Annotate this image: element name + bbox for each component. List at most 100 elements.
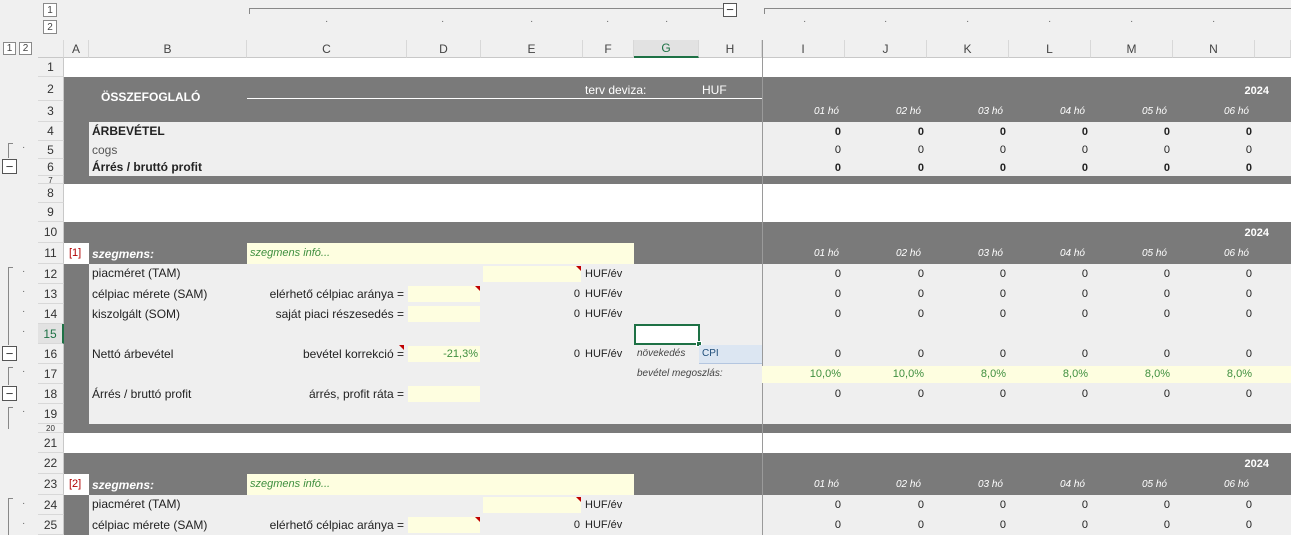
sam-value[interactable]: 0 bbox=[481, 285, 580, 303]
revenue-value[interactable]: 0 bbox=[1091, 123, 1170, 141]
column-header-A[interactable]: A bbox=[64, 40, 89, 58]
row-header-7[interactable]: 7 bbox=[38, 176, 64, 184]
net-revenue-month[interactable]: 0 bbox=[762, 345, 841, 363]
comment-marker[interactable] bbox=[576, 497, 581, 502]
tam-value[interactable]: 0 bbox=[762, 496, 841, 514]
revenue-split-input[interactable]: 8,0% bbox=[1091, 365, 1170, 383]
sam-month-value[interactable]: 0 bbox=[1009, 285, 1088, 303]
row-group-collapse-button[interactable]: − bbox=[2, 346, 17, 361]
row-header-9[interactable]: 9 bbox=[38, 203, 64, 222]
row-header-24[interactable]: 24 bbox=[38, 495, 64, 515]
row-header-4[interactable]: 4 bbox=[38, 122, 64, 141]
tam-value[interactable]: 0 bbox=[1009, 265, 1088, 283]
row-header-1[interactable]: 1 bbox=[38, 58, 64, 77]
tam-value[interactable]: 0 bbox=[845, 265, 924, 283]
net-revenue-month[interactable]: 0 bbox=[1009, 345, 1088, 363]
column-header-J[interactable]: J bbox=[845, 40, 927, 58]
som-month-value[interactable]: 0 bbox=[762, 305, 841, 323]
tam-value[interactable]: 0 bbox=[1091, 265, 1170, 283]
gross-profit-value[interactable]: 0 bbox=[845, 159, 924, 177]
column-header-C[interactable]: C bbox=[247, 40, 407, 58]
net-revenue-month[interactable]: 0 bbox=[1091, 345, 1170, 363]
row-header-3[interactable]: 3 bbox=[38, 101, 64, 122]
row-header-8[interactable]: 8 bbox=[38, 184, 64, 203]
column-header-I[interactable]: I bbox=[762, 40, 845, 58]
row-header-20[interactable]: 20 bbox=[38, 424, 64, 433]
gross-profit-value[interactable]: 0 bbox=[1091, 159, 1170, 177]
cogs-value[interactable]: 0 bbox=[1173, 141, 1252, 159]
tam-input[interactable] bbox=[483, 266, 581, 282]
net-revenue-value[interactable]: 0 bbox=[481, 345, 580, 363]
row-header-23[interactable]: 23 bbox=[38, 474, 64, 495]
tam-value[interactable]: 0 bbox=[762, 265, 841, 283]
sam-month-value[interactable]: 0 bbox=[1173, 285, 1252, 303]
margin-month[interactable]: 0 bbox=[1091, 385, 1170, 403]
margin-month[interactable]: 0 bbox=[927, 385, 1006, 403]
som-month-value[interactable]: 0 bbox=[1173, 305, 1252, 323]
column-outline-level-1-button[interactable]: 1 bbox=[43, 3, 57, 17]
margin-month[interactable]: 0 bbox=[1173, 385, 1252, 403]
column-header-E[interactable]: E bbox=[481, 40, 583, 58]
row-header-18[interactable]: 18 bbox=[38, 384, 64, 404]
row-header-22[interactable]: 22 bbox=[38, 453, 64, 474]
column-header-D[interactable]: D bbox=[407, 40, 481, 58]
margin-rate-input[interactable] bbox=[408, 386, 480, 402]
cogs-value[interactable]: 0 bbox=[1091, 141, 1170, 159]
revenue-correction-value[interactable]: -21,3% bbox=[408, 345, 478, 363]
column-header-M[interactable]: M bbox=[1091, 40, 1173, 58]
som-value[interactable]: 0 bbox=[481, 305, 580, 323]
revenue-value[interactable]: 0 bbox=[1173, 123, 1252, 141]
tam-value[interactable]: 0 bbox=[927, 265, 1006, 283]
sam-month-value[interactable]: 0 bbox=[1009, 516, 1088, 534]
sam-month-value[interactable]: 0 bbox=[1091, 516, 1170, 534]
revenue-split-input[interactable]: 8,0% bbox=[927, 365, 1006, 383]
column-header-F[interactable]: F bbox=[583, 40, 634, 58]
row-header-11[interactable]: 11 bbox=[38, 243, 64, 264]
tam-value[interactable]: 0 bbox=[927, 496, 1006, 514]
row-header-15[interactable]: 15 bbox=[38, 324, 64, 344]
revenue-value[interactable]: 0 bbox=[1009, 123, 1088, 141]
active-cell-G15[interactable] bbox=[634, 324, 700, 345]
column-header-N[interactable]: N bbox=[1173, 40, 1255, 58]
cogs-value[interactable]: 0 bbox=[845, 141, 924, 159]
sam-month-value[interactable]: 0 bbox=[845, 285, 924, 303]
cogs-value[interactable]: 0 bbox=[1009, 141, 1088, 159]
sam-month-value[interactable]: 0 bbox=[927, 285, 1006, 303]
net-revenue-month[interactable]: 0 bbox=[927, 345, 1006, 363]
som-month-value[interactable]: 0 bbox=[1091, 305, 1170, 323]
row-group-collapse-button[interactable]: − bbox=[2, 159, 17, 174]
row-header-21[interactable]: 21 bbox=[38, 433, 64, 453]
row-header-12[interactable]: 12 bbox=[38, 264, 64, 284]
row-header-2[interactable]: 2 bbox=[38, 77, 64, 101]
som-share-input[interactable] bbox=[408, 306, 480, 322]
comment-marker[interactable] bbox=[399, 345, 404, 350]
column-header-B[interactable]: B bbox=[89, 40, 247, 58]
sam-ratio-input[interactable] bbox=[408, 517, 480, 533]
sam-ratio-input[interactable] bbox=[408, 286, 480, 302]
gross-profit-value[interactable]: 0 bbox=[762, 159, 841, 177]
gross-profit-value[interactable]: 0 bbox=[1009, 159, 1088, 177]
som-month-value[interactable]: 0 bbox=[1009, 305, 1088, 323]
column-header-L[interactable]: L bbox=[1009, 40, 1091, 58]
row-header-17[interactable]: 17 bbox=[38, 364, 64, 384]
revenue-value[interactable]: 0 bbox=[927, 123, 1006, 141]
sam-month-value[interactable]: 0 bbox=[762, 285, 841, 303]
row-header-16[interactable]: 16 bbox=[38, 344, 64, 364]
column-group-collapse-button[interactable]: − bbox=[723, 3, 737, 17]
cogs-value[interactable]: 0 bbox=[762, 141, 841, 159]
sam-month-value[interactable]: 0 bbox=[845, 516, 924, 534]
row-header-19[interactable]: 19 bbox=[38, 404, 64, 424]
row-group-collapse-button[interactable]: − bbox=[2, 386, 17, 401]
column-outline-level-2-button[interactable]: 2 bbox=[43, 20, 57, 34]
revenue-value[interactable]: 0 bbox=[845, 123, 924, 141]
sam-month-value[interactable]: 0 bbox=[1173, 516, 1252, 534]
revenue-split-input[interactable]: 10,0% bbox=[762, 365, 841, 383]
tam-value[interactable]: 0 bbox=[1009, 496, 1088, 514]
net-revenue-month[interactable]: 0 bbox=[1173, 345, 1252, 363]
revenue-split-input[interactable]: 10,0% bbox=[845, 365, 924, 383]
margin-month[interactable]: 0 bbox=[1009, 385, 1088, 403]
row-header-25[interactable]: 25 bbox=[38, 515, 64, 535]
sam-month-value[interactable]: 0 bbox=[1091, 285, 1170, 303]
sam-month-value[interactable]: 0 bbox=[762, 516, 841, 534]
currency-value[interactable]: HUF bbox=[702, 81, 727, 99]
